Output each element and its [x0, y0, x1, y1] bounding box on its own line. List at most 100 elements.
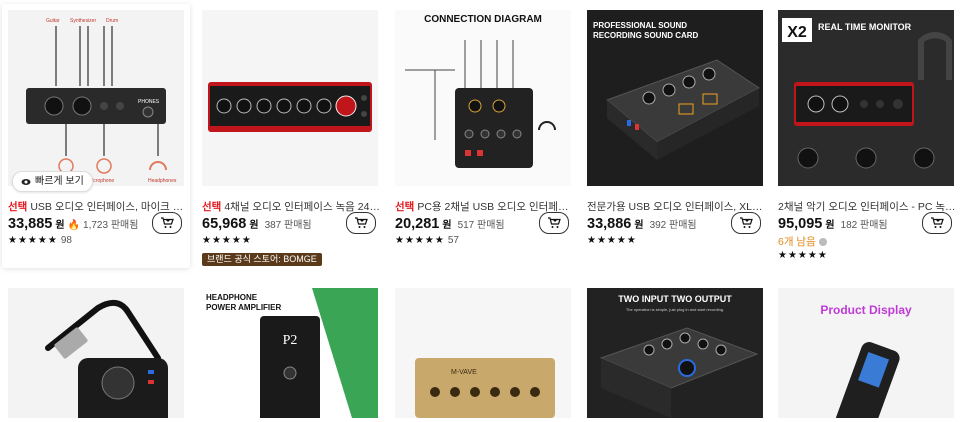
add-to-cart-button[interactable]	[152, 212, 182, 234]
price: 33,886	[587, 216, 632, 232]
brand-store-badge[interactable]: 브랜드 공식 스토어: BOMGE	[202, 253, 322, 266]
star-icons: ★★★★★	[395, 235, 445, 246]
audio-interface-diagram-image: Guitar Synthesizer Drum PHONES Microphon…	[8, 10, 184, 186]
image-label-synth: Synthesizer	[70, 18, 96, 24]
sold-count: 387	[264, 220, 282, 231]
cart-icon	[931, 217, 944, 228]
product-card[interactable]: Guitar Synthesizer Drum PHONES Microphon…	[2, 4, 190, 268]
eye-icon	[21, 178, 31, 185]
image-heading-2: POWER AMPLIFIER	[206, 303, 281, 312]
two-input-interface-image: TWO INPUT TWO OUTPUT The operation is si…	[587, 288, 763, 418]
price: 95,095	[778, 216, 823, 232]
usb-sound-adapter-image	[8, 288, 184, 418]
product-image[interactable]: HEADPHONE POWER AMPLIFIER P2	[202, 288, 378, 418]
red-audio-interface-image	[202, 10, 378, 186]
star-icons: ★★★★★	[587, 235, 637, 246]
image-heading-1: PROFESSIONAL SOUND	[593, 21, 687, 30]
stock-text: 6개 남음	[778, 236, 816, 248]
product-card[interactable]: PROFESSIONAL SOUND RECORDING SOUND CARD …	[581, 4, 769, 268]
sold-label: 판매됨	[284, 220, 312, 231]
sold-label: 판매됨	[477, 220, 505, 231]
guitar-pedal-image: M-VAVE	[395, 288, 571, 418]
product-image[interactable]: X2 REAL TIME MONITOR	[778, 10, 954, 186]
product-image[interactable]: Product Display	[778, 288, 954, 418]
price-row: 65,968 원 387 판매됨	[202, 216, 312, 232]
currency: 원	[442, 220, 452, 231]
sold-label: 판매됨	[669, 220, 697, 231]
price: 20,281	[395, 216, 440, 232]
star-icons: ★★★★★	[778, 250, 828, 261]
product-card[interactable]: HEADPHONE POWER AMPLIFIER P2	[196, 282, 384, 422]
select-tag: 선택	[395, 201, 415, 213]
rating: ★★★★★ 57	[395, 235, 459, 246]
price-row: 20,281 원 517 판매됨	[395, 216, 505, 232]
fire-icon: 🔥	[67, 220, 81, 231]
image-heading: Product Display	[820, 303, 912, 317]
image-label-drum: Drum	[106, 18, 118, 24]
image-heading: TWO INPUT TWO OUTPUT	[618, 294, 732, 304]
add-to-cart-button[interactable]	[922, 212, 952, 234]
sold-label: 판매됨	[110, 220, 139, 231]
stock-remaining: 6개 남음	[778, 234, 827, 249]
price-row: 33,886 원 392 판매됨	[587, 216, 697, 232]
image-heading: REAL TIME MONITOR	[818, 22, 912, 32]
product-card[interactable]: 선택 4채널 오디오 인터페이스 녹음 24bit... 65,968 원 387 …	[196, 4, 384, 268]
quick-view-button[interactable]: 빠르게 보기	[12, 171, 93, 192]
select-tag: 선택	[8, 201, 28, 213]
product-grid: Guitar Synthesizer Drum PHONES Microphon…	[0, 0, 966, 418]
connection-diagram-image: CONNECTION DIAGRAM	[395, 10, 571, 186]
product-card[interactable]: CONNECTION DIAGRAM 선택 PC용 2채널 USB 오디오 인터페…	[389, 4, 577, 268]
rating: ★★★★★	[778, 250, 828, 261]
add-to-cart-button[interactable]	[731, 212, 761, 234]
product-card[interactable]: M-VAVE	[389, 282, 577, 422]
product-image[interactable]	[202, 10, 378, 186]
price: 65,968	[202, 216, 247, 232]
product-image[interactable]: M-VAVE	[395, 288, 571, 418]
quick-view-label: 빠르게 보기	[35, 176, 84, 187]
product-card[interactable]: X2 REAL TIME MONITOR 2채널 악기 오디오 인터페이스 - …	[772, 4, 960, 268]
image-label-phones: PHONES	[138, 99, 160, 105]
currency: 원	[634, 220, 644, 231]
sold-count: 392	[649, 220, 667, 231]
info-icon	[818, 238, 827, 247]
professional-sound-card-image: PROFESSIONAL SOUND RECORDING SOUND CARD	[587, 10, 763, 186]
product-image[interactable]: Guitar Synthesizer Drum PHONES Microphon…	[8, 10, 184, 186]
sold-count: 182	[840, 220, 858, 231]
review-count: 98	[60, 235, 72, 246]
product-image[interactable]: CONNECTION DIAGRAM	[395, 10, 571, 186]
image-heading-1: HEADPHONE	[206, 293, 258, 302]
rating: ★★★★★	[587, 235, 637, 246]
image-badge: X2	[787, 24, 807, 41]
image-brand: M-VAVE	[451, 369, 477, 376]
rating: ★★★★★	[202, 235, 252, 246]
price: 33,885	[8, 216, 53, 232]
product-image[interactable]: TWO INPUT TWO OUTPUT The operation is si…	[587, 288, 763, 418]
image-subheading: The operation is simple, just plug in an…	[626, 307, 724, 312]
product-image[interactable]	[8, 288, 184, 418]
product-card[interactable]: TWO INPUT TWO OUTPUT The operation is si…	[581, 282, 769, 422]
star-icons: ★★★★★	[202, 235, 252, 246]
star-icons: ★★★★★	[8, 235, 58, 246]
image-heading-2: RECORDING SOUND CARD	[593, 31, 699, 40]
headphone-amplifier-image: HEADPHONE POWER AMPLIFIER P2	[202, 288, 378, 418]
product-display-image: Product Display	[778, 288, 954, 418]
select-tag: 선택	[202, 201, 222, 213]
real-time-monitor-image: X2 REAL TIME MONITOR	[778, 10, 954, 186]
review-count: 57	[447, 235, 459, 246]
product-card[interactable]: Product Display	[772, 282, 960, 422]
image-label-headphones: Headphones	[148, 178, 177, 184]
price-row: 33,885 원 🔥 1,723 판매됨	[8, 216, 138, 232]
product-card[interactable]	[2, 282, 190, 422]
cart-icon	[161, 217, 174, 228]
cart-icon	[548, 217, 561, 228]
currency: 원	[55, 220, 65, 231]
add-to-cart-button[interactable]	[539, 212, 569, 234]
cart-icon	[740, 217, 753, 228]
rating: ★★★★★ 98	[8, 235, 72, 246]
image-label-guitar: Guitar	[46, 18, 60, 24]
add-to-cart-button[interactable]	[346, 212, 376, 234]
brand-store-label: 브랜드 공식 스토어: BOMGE	[207, 254, 317, 264]
sold-count: 517	[457, 220, 475, 231]
product-image[interactable]: PROFESSIONAL SOUND RECORDING SOUND CARD	[587, 10, 763, 186]
sold-label: 판매됨	[860, 220, 888, 231]
